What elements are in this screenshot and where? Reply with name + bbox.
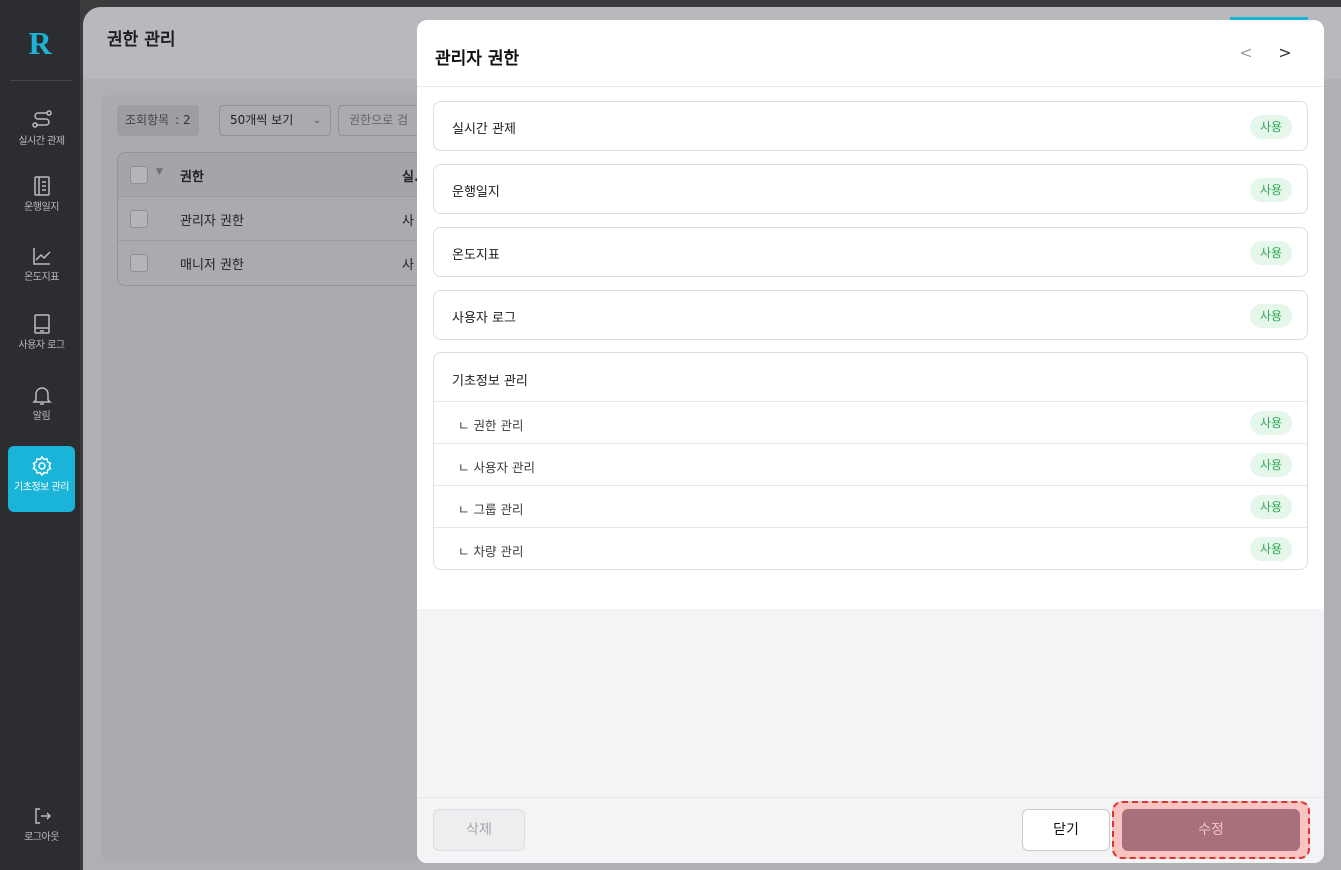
next-button[interactable]: > [1274,42,1296,64]
permission-label: 온도지표 [452,248,500,263]
sub-permission-label: ㄴ 권한 관리 [458,418,524,433]
status-badge: 사용 [1250,241,1292,265]
permission-item: 사용자 로그 사용 [433,290,1308,340]
sidebar-item-user-log[interactable]: 사용자 로그 [8,304,75,370]
sub-permission-item: ㄴ 그룹 관리 사용 [434,486,1307,528]
bell-icon [30,383,54,407]
status-badge: 사용 [1250,495,1292,519]
monitor-icon [30,312,54,336]
permission-group-label: 기초정보 관리 [452,374,528,389]
sidebar: R 실시간 관제 운행일지 온도지표 사용자 로그 알림 기초정보 관리 로그아… [0,0,80,870]
status-badge: 사용 [1250,115,1292,139]
table-header-row: ▼ 권한 실. [118,153,447,197]
table-row[interactable]: 매니저 권한 사 [118,241,447,285]
route-icon [30,108,54,132]
result-count-label: 조회항목 [125,113,170,127]
sidebar-item-label: 알림 [32,411,51,422]
logout-button[interactable]: 로그아웃 [8,796,75,862]
result-count-value: : 2 [175,113,191,127]
select-all-checkbox[interactable] [130,166,148,184]
edit-button-highlight: 수정 [1112,801,1310,859]
sidebar-item-label: 기초정보 관리 [14,482,69,493]
sub-permission-item: ㄴ 권한 관리 사용 [434,402,1307,444]
status-badge: 사용 [1250,453,1292,477]
sidebar-divider [10,80,72,81]
row-checkbox[interactable] [130,254,148,272]
sidebar-item-label: 온도지표 [24,272,59,283]
sub-permission-item: ㄴ 사용자 관리 사용 [434,444,1307,486]
sidebar-item-temperature[interactable]: 온도지표 [8,236,75,302]
sidebar-item-label: 운행일지 [24,202,59,213]
chevron-right-icon: > [1278,43,1292,62]
content-card: 조회항목: 2 50개씩 보기 ⌄ 권한으로 검 ▼ 권한 실. 관리자 권한 … [101,95,458,861]
sidebar-item-driving-log[interactable]: 운행일지 [8,166,75,232]
edit-button[interactable]: 수정 [1122,809,1300,851]
sidebar-item-label: 실시간 관제 [18,136,65,147]
sidebar-item-basic-info[interactable]: 기초정보 관리 [8,446,75,512]
permission-label: 사용자 로그 [452,311,516,326]
delete-button[interactable]: 삭제 [433,809,525,851]
modal-empty-area [417,609,1324,797]
column-header-permission[interactable]: 권한 [180,166,204,185]
modal-footer: 삭제 닫기 수정 [417,797,1324,863]
permission-item: 운행일지 사용 [433,164,1308,214]
page-title: 권한 관리 [107,30,176,50]
page-size-value: 50개씩 보기 [230,113,294,127]
chevron-down-icon: ⌄ [312,115,321,126]
permission-detail-modal: 관리자 권한 < > 실시간 관제 사용 운행일지 사용 온도지표 사용 사용자… [417,20,1324,863]
page-size-select[interactable]: 50개씩 보기 ⌄ [219,105,331,136]
previous-button[interactable]: < [1235,42,1257,64]
sidebar-item-realtime-control[interactable]: 실시간 관제 [8,100,75,166]
sidebar-item-alerts[interactable]: 알림 [8,375,75,441]
permission-label: 운행일지 [452,185,500,200]
row-permission-name: 관리자 권한 [180,214,244,229]
line-chart-icon [30,244,54,268]
permission-group-header: 기초정보 관리 [434,353,1307,402]
logout-icon [30,804,54,828]
gear-icon [30,454,54,478]
permission-group: 기초정보 관리 ㄴ 권한 관리 사용 ㄴ 사용자 관리 사용 ㄴ 그룹 관리 사… [433,352,1308,570]
logout-label: 로그아웃 [24,832,59,843]
permission-label: 실시간 관제 [452,122,516,137]
close-button[interactable]: 닫기 [1022,809,1110,851]
sub-permission-label: ㄴ 그룹 관리 [458,502,524,517]
status-badge: 사용 [1250,304,1292,328]
chevron-left-icon: < [1239,43,1253,62]
status-badge: 사용 [1250,411,1292,435]
sub-permission-item: ㄴ 차량 관리 사용 [434,528,1307,570]
status-badge: 사용 [1250,178,1292,202]
modal-title: 관리자 권한 [435,49,520,69]
app-logo: R [28,25,52,61]
status-badge: 사용 [1250,537,1292,561]
row-checkbox[interactable] [130,210,148,228]
modal-body: 실시간 관제 사용 운행일지 사용 온도지표 사용 사용자 로그 사용 기초정보… [417,87,1324,609]
permission-table: ▼ 권한 실. 관리자 권한 사 매니저 권한 사 [117,152,447,286]
caret-down-icon[interactable]: ▼ [156,167,163,177]
sub-permission-label: ㄴ 차량 관리 [458,544,524,559]
sub-permission-label: ㄴ 사용자 관리 [458,460,535,475]
permission-item: 온도지표 사용 [433,227,1308,277]
sidebar-item-label: 사용자 로그 [18,340,65,351]
document-icon [30,174,54,198]
table-row[interactable]: 관리자 권한 사 [118,197,447,241]
row-realtime-value: 사 [402,258,414,273]
row-permission-name: 매니저 권한 [180,258,244,273]
row-realtime-value: 사 [402,214,414,229]
modal-header: 관리자 권한 < > [417,20,1324,87]
result-count: 조회항목 : 2 [117,105,199,136]
permission-item: 실시간 관제 사용 [433,101,1308,151]
